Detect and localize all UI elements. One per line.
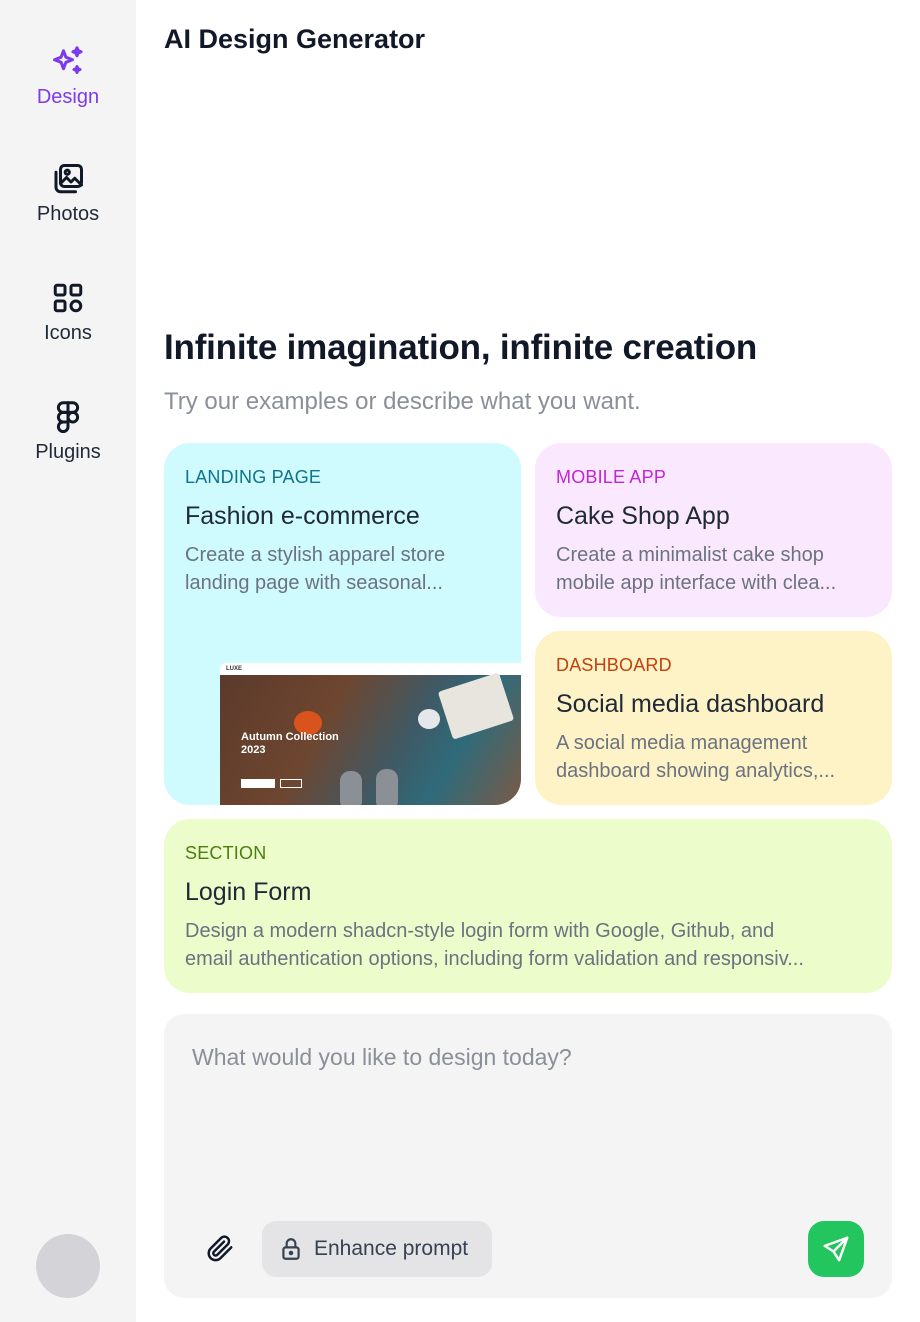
avatar[interactable] [36,1234,100,1298]
preview-heading: Autumn Collection 2023 [241,731,339,756]
preview-logo: LUXE [226,666,243,672]
card-description-line: A social media management [556,732,808,754]
card-description: A social media management dashboard show… [556,729,871,785]
card-description-line: Create a minimalist cake shop [556,544,824,566]
sidebar-item-icons[interactable]: Icons [0,280,136,345]
sidebar-item-photos[interactable]: Photos [0,161,136,226]
sidebar-item-design[interactable]: Design [0,44,136,109]
sock-shape [376,769,398,805]
sidebar-item-label: Photos [36,203,100,225]
preview-button [241,779,275,788]
card-category: MOBILE APP [556,467,667,487]
card-title: Login Form [185,878,312,906]
example-card-dashboard[interactable]: DASHBOARD Social media dashboard A socia… [535,631,892,805]
card-description: Design a modern shadcn-style login form … [185,917,871,973]
send-icon [821,1234,851,1264]
preview-navbar: LUXE [220,663,521,675]
sock-shape [340,771,362,805]
prompt-box: Enhance prompt [164,1014,892,1298]
card-description-line: mobile app interface with clea... [556,572,837,594]
attach-button[interactable] [200,1230,240,1270]
enhance-prompt-button[interactable]: Enhance prompt [262,1221,492,1277]
hero-subline: Try our examples or describe what you wa… [164,388,641,415]
enhance-prompt-label: Enhance prompt [314,1237,469,1260]
book-shape [437,672,515,740]
card-description-line: Design a modern shadcn-style login form … [185,920,775,942]
card-description-line: email authentication options, including … [185,948,804,970]
example-card-landing-page[interactable]: LANDING PAGE Fashion e-commerce Create a… [164,443,521,805]
preview-button [280,779,302,788]
app-title: AI Design Generator [164,24,426,54]
card-title: Social media dashboard [556,690,825,718]
sidebar: Design Photos Icons Plugins [0,0,136,1322]
sidebar-item-plugins[interactable]: Plugins [0,399,136,464]
card-title: Cake Shop App [556,502,730,530]
card-description-line: dashboard showing analytics,... [556,760,836,782]
figma-icon [50,399,86,435]
example-card-section[interactable]: SECTION Login Form Design a modern shadc… [164,819,892,993]
card-description-line: Create a stylish apparel store [185,544,446,566]
lock-icon [278,1236,304,1262]
mug-shape [418,709,440,729]
card-description: Create a stylish apparel store landing p… [185,541,500,597]
hero-headline: Infinite imagination, infinite creation [164,328,758,367]
sidebar-item-label: Icons [44,322,92,344]
grid-icon [50,280,86,316]
prompt-input[interactable] [192,1044,852,1194]
landing-page-preview-image: LUXE Autumn Collection 2023 [220,663,521,805]
paperclip-icon [205,1233,235,1268]
card-category: LANDING PAGE [185,467,322,487]
preview-hero-photo: Autumn Collection 2023 [220,672,521,805]
card-category: SECTION [185,843,267,863]
card-title: Fashion e-commerce [185,502,420,530]
sparkles-icon [50,44,86,80]
send-button[interactable] [808,1221,864,1277]
photos-icon [50,161,86,197]
card-category: DASHBOARD [556,655,672,675]
sidebar-item-label: Design [36,86,100,108]
example-card-mobile-app[interactable]: MOBILE APP Cake Shop App Create a minima… [535,443,892,617]
sidebar-item-label: Plugins [35,441,101,463]
card-description-line: landing page with seasonal... [185,572,443,594]
card-description: Create a minimalist cake shop mobile app… [556,541,871,597]
